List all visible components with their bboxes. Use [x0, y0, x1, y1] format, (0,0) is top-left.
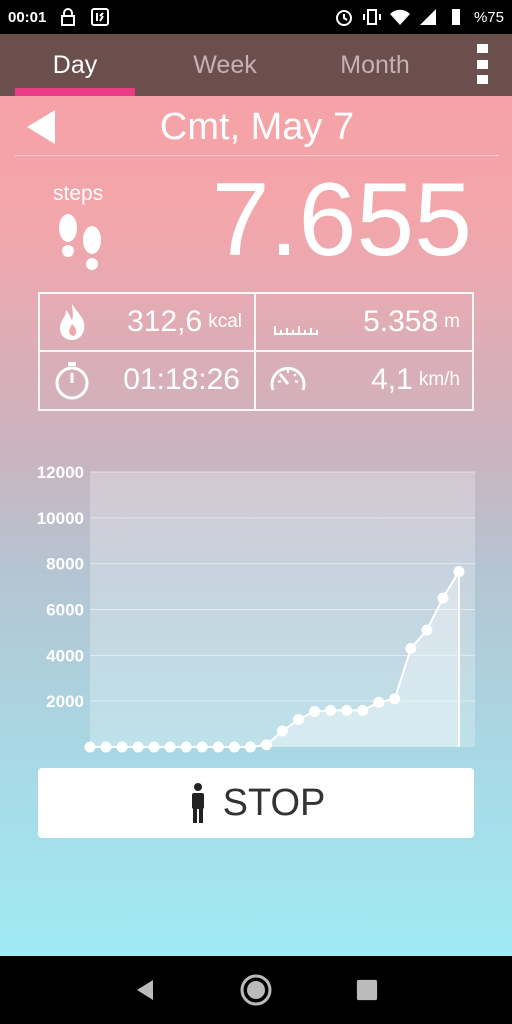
home-icon[interactable]	[236, 970, 276, 1010]
chart-data-point	[164, 741, 176, 753]
chart-data-point	[357, 704, 369, 716]
tab-bar: Day Week Month	[0, 34, 512, 96]
chart-y-tick-label: 4000	[46, 646, 84, 665]
stop-button[interactable]: STOP	[38, 768, 474, 838]
recents-icon[interactable]	[347, 970, 387, 1010]
chart-data-point	[437, 592, 449, 604]
chart-data-point	[244, 741, 256, 753]
speedometer-icon	[270, 367, 306, 391]
duration-value: 01:18:26	[123, 363, 240, 397]
stop-button-label: STOP	[222, 781, 326, 824]
duration-stat: 01:18:26	[40, 351, 256, 409]
date-title: Cmt, May 7	[159, 106, 355, 148]
distance-value: 5.358	[363, 304, 439, 338]
vibrate-icon	[362, 7, 382, 27]
chart-data-point	[277, 725, 288, 737]
chart-data-point	[309, 705, 321, 717]
chart-data-point	[293, 714, 305, 725]
chart-data-point	[196, 741, 208, 753]
back-icon[interactable]	[125, 970, 165, 1010]
steps-chart: 2000400060008000100001200024681012141618…	[0, 429, 512, 781]
steps-chart-svg: 2000400060008000100001200024681012141618…	[37, 463, 497, 781]
tab-week[interactable]: Week	[150, 34, 300, 96]
person-icon	[191, 783, 204, 823]
steps-block: steps 7.655	[0, 168, 512, 284]
overflow-dot-icon	[476, 59, 488, 69]
ruler-icon	[274, 325, 318, 335]
stopwatch-icon	[55, 362, 89, 400]
chart-data-point	[325, 704, 337, 716]
signal-app-icon	[90, 7, 110, 27]
distance-unit: m	[444, 310, 460, 332]
speed-stat: 4,1 km/h	[256, 352, 472, 410]
distance-stat: 5.358 m	[256, 294, 472, 352]
date-row: Cmt, May 7	[15, 102, 499, 156]
battery-percent: %75	[473, 8, 504, 26]
speed-value: 4,1	[371, 363, 413, 397]
alarm-icon	[334, 7, 354, 27]
chart-data-point	[341, 704, 353, 716]
status-bar: 00:01 %75	[0, 0, 512, 34]
chart-y-tick-label: 6000	[46, 601, 84, 620]
overflow-dot-icon	[476, 44, 488, 53]
chart-data-point	[373, 696, 385, 708]
footprints-icon	[59, 214, 101, 270]
chart-data-point	[260, 739, 272, 751]
chart-data-point	[405, 642, 417, 654]
chart-data-point	[116, 741, 128, 753]
status-time: 00:01	[8, 8, 47, 26]
chart-data-point	[421, 624, 433, 636]
overflow-menu-button[interactable]	[474, 44, 490, 84]
chart-y-tick-label: 2000	[46, 692, 84, 711]
cell-signal-icon	[418, 7, 438, 27]
speed-unit: km/h	[418, 369, 460, 391]
tab-month[interactable]: Month	[300, 34, 450, 96]
calories-stat: 312,6 kcal	[40, 294, 256, 352]
battery-icon	[446, 7, 466, 27]
calories-unit: kcal	[208, 310, 242, 332]
overflow-dot-icon	[476, 75, 488, 84]
chart-y-tick-label: 8000	[46, 555, 84, 574]
chart-data-point	[453, 566, 465, 578]
flame-icon	[60, 303, 85, 340]
chart-y-tick-label: 10000	[37, 509, 84, 528]
steps-label: steps	[53, 182, 104, 205]
app-screen: Day Week Month Cmt, May 7 steps 7.655 31…	[0, 34, 512, 956]
chart-data-point	[100, 741, 112, 753]
chart-data-point	[180, 741, 192, 753]
chart-data-point	[132, 741, 144, 753]
chart-data-point	[148, 741, 160, 753]
lock-icon	[58, 7, 78, 27]
chart-data-point	[228, 741, 240, 753]
tab-day[interactable]: Day	[0, 34, 150, 96]
wifi-icon	[389, 7, 410, 27]
steps-count: 7.655	[211, 162, 472, 278]
chart-data-point	[84, 741, 96, 753]
calories-value: 312,6	[127, 304, 203, 338]
chart-data-point	[212, 741, 224, 753]
stats-grid: 312,6 kcal 5.358 m 01:18:26 4,1 km/h	[38, 292, 474, 411]
system-nav-bar	[0, 956, 512, 1024]
chart-data-point	[389, 693, 401, 705]
chart-y-tick-label: 12000	[37, 463, 84, 482]
